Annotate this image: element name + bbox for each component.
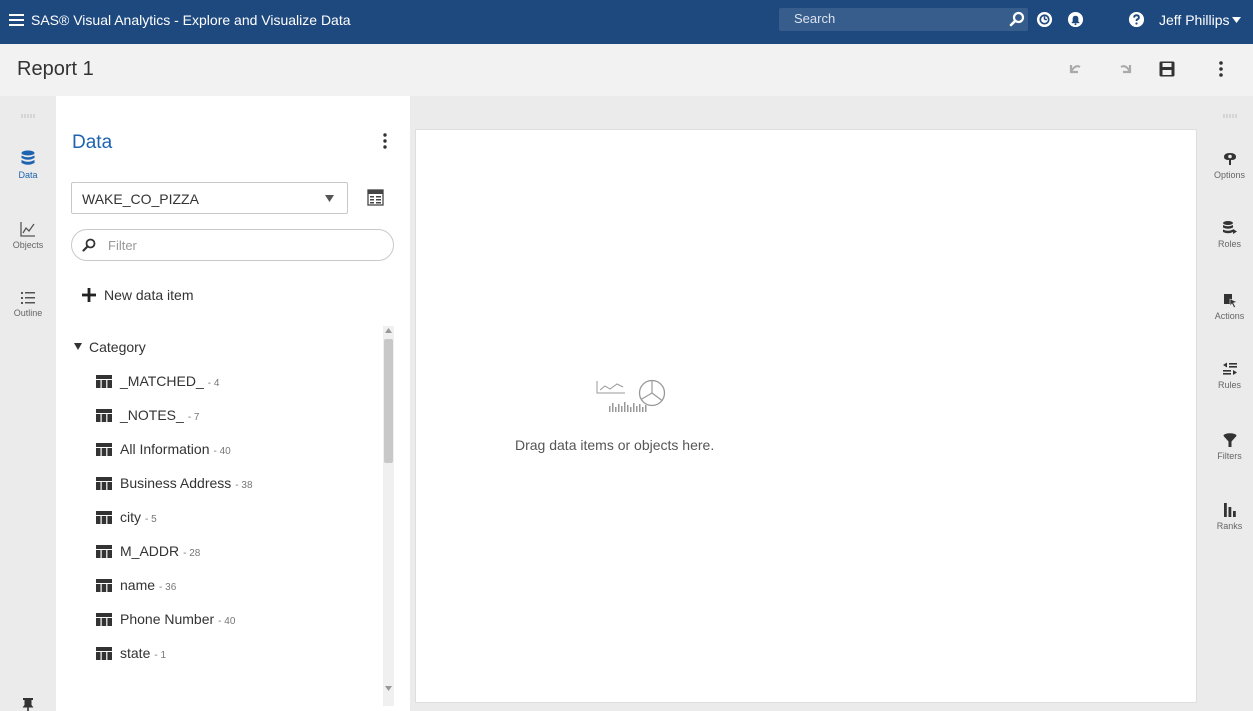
right-rail-label-rules: Rules xyxy=(1217,380,1241,390)
search-placeholder: Search xyxy=(794,11,836,26)
item-name: state - 1 xyxy=(120,645,167,661)
help-icon[interactable] xyxy=(1128,11,1145,28)
data-source-details-icon[interactable] xyxy=(367,189,384,206)
more-options-icon[interactable] xyxy=(1212,60,1230,78)
right-rail-ranks[interactable]: Ranks xyxy=(1206,502,1253,531)
top-bar: SAS® Visual Analytics - Explore and Visu… xyxy=(0,0,1253,44)
item-name: _MATCHED_ - 4 xyxy=(120,373,220,389)
data-pane-menu-icon[interactable] xyxy=(382,131,388,151)
report-canvas-area: Drag data items or objects here. xyxy=(410,96,1206,711)
report-canvas[interactable]: Drag data items or objects here. xyxy=(415,129,1197,703)
right-rail-label-ranks: Ranks xyxy=(1216,521,1243,531)
grip-icon[interactable] xyxy=(1223,114,1237,118)
data-list-scrollbar[interactable] xyxy=(383,326,394,706)
right-rail: Options Roles Actions Rules Filters Rank… xyxy=(1206,96,1253,711)
category-icon xyxy=(96,375,112,388)
category-icon xyxy=(96,647,112,660)
rail-item-data[interactable]: Data xyxy=(0,150,56,180)
search-input[interactable]: Search xyxy=(779,8,1028,31)
hamburger-menu-icon[interactable] xyxy=(9,14,24,26)
scroll-up-icon[interactable] xyxy=(385,328,392,334)
report-header: Report 1 xyxy=(0,44,1253,96)
rail-label-objects: Objects xyxy=(12,240,44,250)
app-title: SAS® Visual Analytics - Explore and Visu… xyxy=(31,12,351,28)
notifications-icon[interactable] xyxy=(1067,11,1084,28)
right-rail-options[interactable]: Options xyxy=(1206,151,1253,180)
filter-icon xyxy=(1223,433,1236,447)
category-icon xyxy=(96,409,112,422)
right-rail-rules[interactable]: Rules xyxy=(1206,361,1253,390)
filter-placeholder: Filter xyxy=(108,238,137,253)
recent-history-icon[interactable] xyxy=(1036,11,1053,28)
roles-icon xyxy=(1222,221,1237,234)
database-icon xyxy=(21,150,35,165)
data-source-select[interactable]: WAKE_CO_PIZZA xyxy=(71,182,348,214)
chevron-down-icon xyxy=(325,195,334,202)
item-name: Business Address - 38 xyxy=(120,475,253,491)
redo-icon[interactable] xyxy=(1117,60,1135,78)
plus-icon xyxy=(82,288,96,302)
chart-icon xyxy=(20,222,35,237)
category-icon xyxy=(96,443,112,456)
rail-label-outline: Outline xyxy=(13,308,43,318)
right-rail-label-roles: Roles xyxy=(1217,239,1241,249)
user-menu-caret-icon[interactable] xyxy=(1232,16,1241,24)
grip-icon[interactable] xyxy=(21,114,35,118)
category-icon xyxy=(96,477,112,490)
category-icon xyxy=(96,579,112,592)
report-title[interactable]: Report 1 xyxy=(17,58,94,81)
actions-icon xyxy=(1223,294,1238,308)
left-rail: Data Objects Outline xyxy=(0,96,56,711)
item-name: Phone Number - 40 xyxy=(120,611,236,627)
rail-label-data: Data xyxy=(18,170,38,180)
category-icon xyxy=(96,613,112,626)
item-name: M_ADDR - 28 xyxy=(120,543,201,559)
rail-item-outline[interactable]: Outline xyxy=(0,290,56,318)
ranks-icon xyxy=(1223,503,1236,517)
right-rail-label-actions: Actions xyxy=(1214,311,1245,321)
save-icon[interactable] xyxy=(1158,60,1176,78)
data-pane: Data WAKE_CO_PIZZA Filter New data item … xyxy=(56,96,410,711)
pin-icon[interactable] xyxy=(21,698,35,711)
outline-icon xyxy=(21,292,35,304)
scrollbar-thumb[interactable] xyxy=(384,339,393,463)
right-rail-roles[interactable]: Roles xyxy=(1206,220,1253,249)
right-rail-actions[interactable]: Actions xyxy=(1206,292,1253,321)
category-icon xyxy=(96,545,112,558)
filter-input[interactable]: Filter xyxy=(71,229,394,261)
category-icon xyxy=(96,511,112,524)
category-group-label: Category xyxy=(89,339,146,355)
canvas-empty-message: Drag data items or objects here. xyxy=(515,437,715,453)
item-name: name - 36 xyxy=(120,577,177,593)
item-name: All Information - 40 xyxy=(120,441,231,457)
item-name: _NOTES_ - 7 xyxy=(120,407,200,423)
data-pane-title: Data xyxy=(72,132,113,153)
user-menu[interactable]: Jeff Phillips xyxy=(1159,12,1230,28)
right-rail-label-options: Options xyxy=(1213,170,1246,180)
rail-item-objects[interactable]: Objects xyxy=(0,220,56,250)
rules-icon xyxy=(1222,362,1237,375)
drop-target-icon xyxy=(596,379,666,412)
undo-icon[interactable] xyxy=(1066,60,1084,78)
new-data-item-label: New data item xyxy=(104,287,194,303)
search-icon[interactable] xyxy=(1009,11,1025,27)
scroll-down-icon[interactable] xyxy=(385,686,392,692)
data-source-value: WAKE_CO_PIZZA xyxy=(82,191,199,207)
expand-caret-icon xyxy=(74,343,82,350)
right-rail-filters[interactable]: Filters xyxy=(1206,432,1253,461)
item-name: city - 5 xyxy=(120,509,157,525)
right-rail-label-filters: Filters xyxy=(1217,451,1242,461)
search-icon xyxy=(82,238,96,252)
options-icon xyxy=(1223,153,1236,165)
